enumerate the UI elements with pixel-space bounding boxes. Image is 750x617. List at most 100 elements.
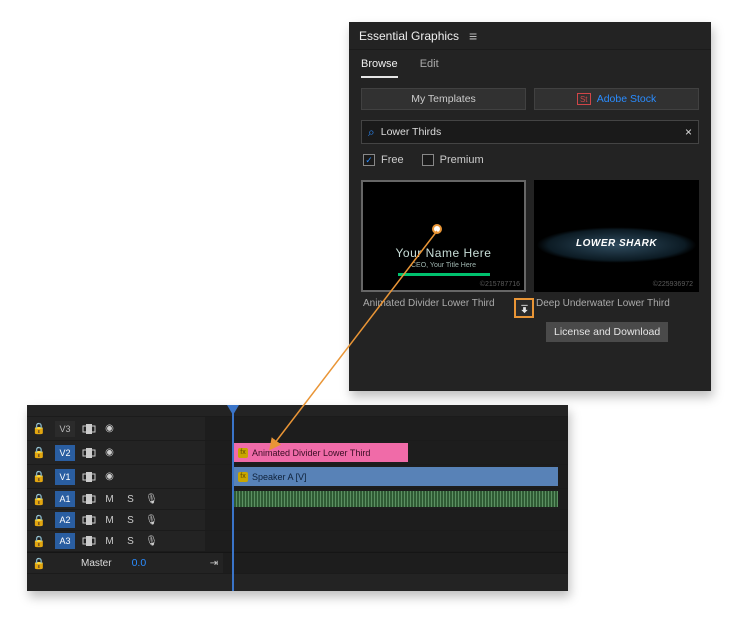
fx-toggle[interactable] [81, 514, 96, 527]
thumb-text: LOWER SHARK [576, 238, 657, 249]
thumb-id: ©215787716 [480, 281, 520, 288]
clip-label: Speaker A [V] [252, 472, 307, 482]
track-row-a2: 🔒 A2 M S 🎙 [27, 510, 568, 531]
fx-toggle[interactable] [81, 470, 96, 483]
mute-toggle[interactable]: M [102, 493, 117, 506]
lock-icon: 🔒 [32, 470, 46, 483]
fx-badge-icon: fx [238, 472, 248, 482]
track-clips-a2[interactable] [205, 510, 568, 530]
voiceover-toggle[interactable]: 🎙 [144, 514, 159, 527]
voiceover-toggle[interactable]: 🎙 [144, 535, 159, 548]
collapse-icon[interactable]: ⇥ [207, 557, 222, 570]
track-row-v2: 🔒 V2 ◉ fx Animated Divider Lower Third [27, 441, 568, 465]
clip-label: Animated Divider Lower Third [252, 448, 370, 458]
lock-toggle[interactable]: 🔒 [27, 422, 51, 435]
lock-toggle[interactable]: 🔒 [27, 470, 51, 483]
mute-toggle[interactable]: M [102, 535, 117, 548]
track-row-a3: 🔒 A3 M S 🎙 [27, 531, 568, 552]
template-caption: Animated Divider Lower Third [361, 292, 526, 314]
lock-icon: 🔒 [32, 446, 46, 459]
track-selector-a2[interactable]: A2 [55, 512, 75, 528]
checkbox-icon [363, 154, 375, 166]
track-clips-v1[interactable]: fx Speaker A [V] [205, 465, 568, 488]
adobe-stock-button[interactable]: St Adobe Stock [534, 88, 699, 110]
lock-icon: 🔒 [32, 493, 46, 506]
track-row-master: 🔒 Master 0.0 ⇥ [27, 552, 568, 574]
eye-toggle[interactable]: ◉ [102, 422, 117, 435]
track-clips-a1[interactable] [205, 489, 568, 509]
fx-toggle[interactable] [81, 422, 96, 435]
lock-icon: 🔒 [32, 514, 46, 527]
my-templates-button[interactable]: My Templates [361, 88, 526, 110]
checkbox-icon [422, 154, 434, 166]
fx-badge-icon: fx [238, 448, 248, 458]
free-label: Free [381, 154, 404, 166]
panel-header: Essential Graphics ≡ [349, 22, 711, 50]
track-selector-v3[interactable]: V3 [55, 421, 75, 437]
template-grid: Your Name Here CEO, Your Title Here ©215… [349, 176, 711, 318]
track-selector-a3[interactable]: A3 [55, 533, 75, 549]
track-clips-a3[interactable] [205, 531, 568, 551]
adobe-stock-label: Adobe Stock [597, 93, 657, 105]
thumb-subtext: CEO, Your Title Here [411, 262, 476, 269]
thumb-id: ©225936972 [653, 281, 693, 288]
source-buttons: My Templates St Adobe Stock [349, 78, 711, 116]
solo-toggle[interactable]: S [123, 493, 138, 506]
tab-browse[interactable]: Browse [361, 58, 398, 78]
master-level[interactable]: 0.0 [132, 557, 147, 569]
filter-row: Free Premium [349, 150, 711, 176]
thumb-divider [398, 273, 490, 276]
track-clips-v2[interactable]: fx Animated Divider Lower Third [205, 441, 568, 464]
panel-title: Essential Graphics [359, 29, 459, 43]
template-card[interactable]: Your Name Here CEO, Your Title Here ©215… [361, 180, 526, 314]
lock-icon: 🔒 [32, 535, 46, 548]
stock-badge-icon: St [577, 93, 591, 105]
mute-toggle[interactable]: M [102, 514, 117, 527]
fx-toggle[interactable] [81, 493, 96, 506]
clip-video[interactable]: fx Speaker A [V] [233, 467, 558, 486]
search-input[interactable] [381, 126, 679, 138]
lock-icon: 🔒 [32, 422, 46, 435]
track-selector-a1[interactable]: A1 [55, 491, 75, 507]
solo-toggle[interactable]: S [123, 535, 138, 548]
template-thumbnail: Your Name Here CEO, Your Title Here ©215… [361, 180, 526, 292]
track-row-a1: 🔒 A1 M S 🎙 [27, 489, 568, 510]
clip-audio[interactable] [233, 491, 558, 507]
lock-toggle[interactable]: 🔒 [27, 493, 51, 506]
track-row-v3: 🔒 V3 ◉ [27, 417, 568, 441]
search-field[interactable]: ⌕ × [361, 120, 699, 144]
essential-graphics-panel: Essential Graphics ≡ Browse Edit My Temp… [349, 22, 711, 391]
track-selector-v2[interactable]: V2 [55, 445, 75, 461]
thumb-text: Your Name Here [396, 246, 492, 260]
free-checkbox[interactable]: Free [363, 154, 404, 166]
track-clips-v3[interactable] [205, 417, 568, 440]
solo-toggle[interactable]: S [123, 514, 138, 527]
fx-toggle[interactable] [81, 535, 96, 548]
lock-toggle[interactable]: 🔒 [27, 446, 51, 459]
lock-toggle[interactable]: 🔒 [27, 514, 51, 527]
panel-menu-icon[interactable]: ≡ [469, 29, 477, 43]
lock-icon: 🔒 [32, 557, 46, 570]
timeline-panel: 🔒 V3 ◉ 🔒 V2 ◉ fx Animated Divider Lower … [27, 405, 568, 591]
annotation-dot [432, 224, 442, 234]
download-icon [519, 303, 530, 314]
premium-label: Premium [440, 154, 484, 166]
download-button[interactable] [514, 298, 534, 318]
template-card[interactable]: LOWER SHARK ©225936972 Deep Underwater L… [534, 180, 699, 314]
track-selector-v1[interactable]: V1 [55, 469, 75, 485]
template-caption: Deep Underwater Lower Third [534, 292, 699, 314]
voiceover-toggle[interactable]: 🎙 [144, 493, 159, 506]
lock-toggle[interactable]: 🔒 [27, 535, 51, 548]
fx-toggle[interactable] [81, 446, 96, 459]
template-thumbnail: LOWER SHARK ©225936972 [534, 180, 699, 292]
eye-toggle[interactable]: ◉ [102, 446, 117, 459]
lock-toggle[interactable]: 🔒 [27, 557, 51, 570]
eye-toggle[interactable]: ◉ [102, 470, 117, 483]
premium-checkbox[interactable]: Premium [422, 154, 484, 166]
clear-search-icon[interactable]: × [685, 125, 692, 139]
timeline-ruler[interactable] [27, 405, 568, 417]
panel-tabs: Browse Edit [349, 50, 711, 78]
track-clips-master [223, 553, 568, 573]
clip-graphic[interactable]: fx Animated Divider Lower Third [233, 443, 408, 462]
tab-edit[interactable]: Edit [420, 58, 439, 78]
